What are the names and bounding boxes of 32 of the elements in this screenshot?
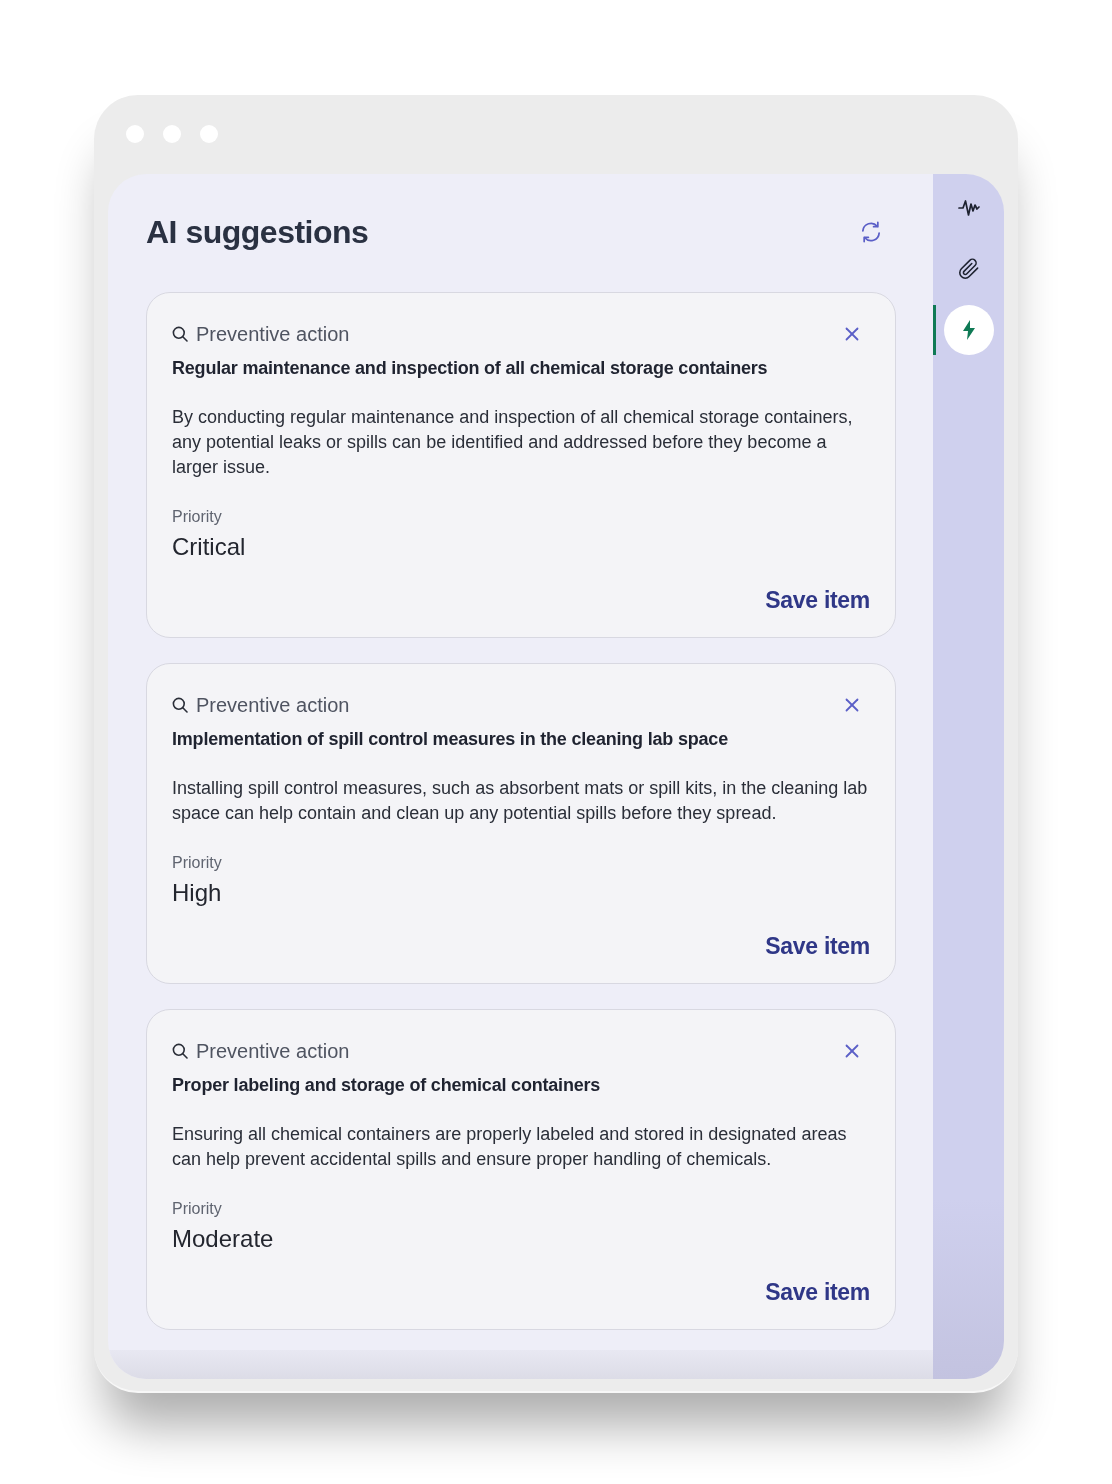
suggestion-title: Implementation of spill control measures in the cleaning lab space <box>172 728 729 751</box>
close-button[interactable] <box>845 1044 859 1058</box>
search-icon <box>172 697 188 713</box>
save-item-button[interactable]: Save item <box>765 584 870 616</box>
search-icon <box>172 1043 188 1059</box>
category-label: Preventive action <box>196 693 350 718</box>
save-item-button[interactable]: Save item <box>765 1276 870 1308</box>
suggestion-description: Ensuring all chemical containers are properly labeled and stored in designated areas can help prevent accidental spills and ensure proper handling of chemicals. <box>172 1123 848 1171</box>
search-icon <box>172 326 188 342</box>
save-item-button[interactable]: Save item <box>765 930 870 962</box>
priority-label: Priority <box>172 1199 222 1219</box>
selection-indicator <box>933 305 936 355</box>
category-label: Preventive action <box>196 322 350 347</box>
suggestion-description: Installing spill control measures, such as absorbent mats or spill kits, in the cleaning lab space can help contain and clean up any potential spills before they spread. <box>172 777 869 825</box>
suggestion-title: Regular maintenance and inspection of all chemical storage containers <box>172 357 769 380</box>
panel-title: AI suggestions <box>146 213 369 252</box>
lightning-icon <box>961 320 976 340</box>
suggestion-title: Proper labeling and storage of chemical containers <box>172 1074 602 1097</box>
close-icon <box>845 1044 859 1058</box>
close-icon <box>845 327 859 341</box>
paperclip-icon <box>957 258 980 280</box>
close-button[interactable] <box>845 327 859 341</box>
priority-label: Priority <box>172 507 222 527</box>
suggestion-description: By conducting regular maintenance and inspection of all chemical storage containers, any potential leaks or spills can be identified and addressed before they become a larger issue. <box>172 406 854 479</box>
close-icon <box>845 698 859 712</box>
category-label: Preventive action <box>196 1039 350 1064</box>
sidebar-button[interactable] <box>943 305 994 355</box>
priority-value: High <box>172 878 222 908</box>
priority-label: Priority <box>172 853 222 873</box>
priority-value: Moderate <box>172 1224 274 1254</box>
close-button[interactable] <box>845 698 859 712</box>
priority-value: Critical <box>172 532 246 562</box>
